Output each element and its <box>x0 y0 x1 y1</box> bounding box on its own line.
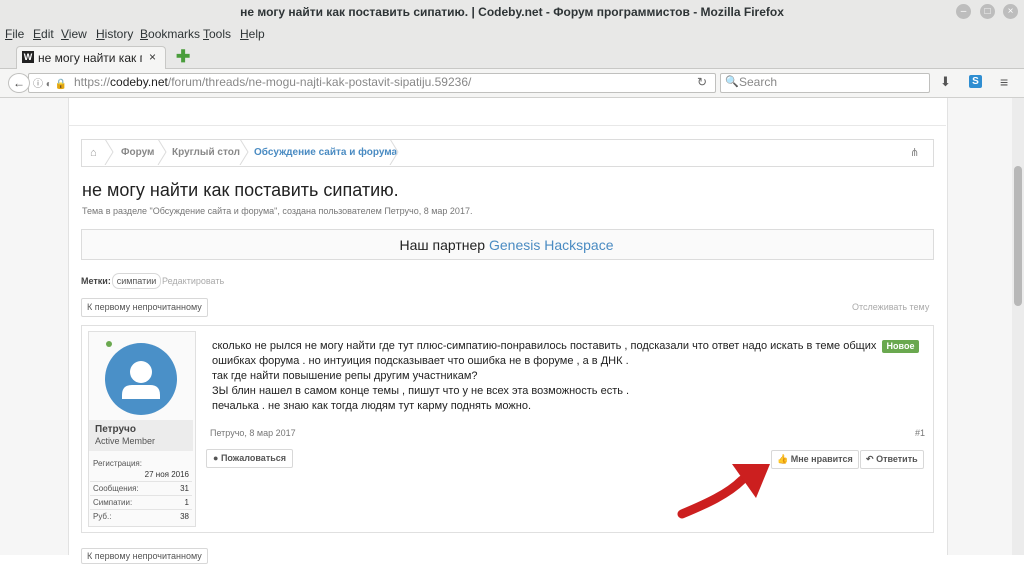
menu-file[interactable]: File <box>5 27 24 41</box>
close-window-button[interactable]: × <box>1003 4 1018 19</box>
breadcrumb-item-site-discussion[interactable]: Обсуждение сайта и форума <box>254 147 397 158</box>
like-button[interactable]: 👍 Мне нравится <box>771 450 859 469</box>
partner-text: Наш партнер Genesis Hackspace <box>399 237 614 253</box>
divider <box>90 495 192 496</box>
edit-tags-link[interactable]: Редактировать <box>162 276 224 286</box>
default-user-avatar-icon <box>122 361 160 399</box>
username-link[interactable]: Петручо <box>95 424 136 435</box>
url-text[interactable]: https://codeby.net/forum/threads/ne-mogu… <box>74 75 471 89</box>
breadcrumb-separator-icon <box>239 139 249 165</box>
reload-icon[interactable]: ↻ <box>697 75 707 89</box>
stat-likes-value: 1 <box>184 498 189 507</box>
online-status-icon <box>106 341 112 347</box>
post-line: ЗЫ блин нашел в самом конце темы , пишут… <box>212 385 630 397</box>
partner-link[interactable]: Genesis Hackspace <box>489 237 614 253</box>
download-arrow-icon[interactable]: ⬇ <box>940 74 951 90</box>
tab-title[interactable]: не могу найти как поставить <box>38 51 142 65</box>
site-favicon-icon: W <box>22 51 34 63</box>
menu-edit[interactable]: Edit <box>33 27 54 41</box>
search-placeholder: Search <box>739 75 778 89</box>
stat-registered-label: Регистрация: <box>93 459 142 468</box>
watch-thread-link[interactable]: Отслеживать тему <box>852 302 929 312</box>
scrollbar-thumb[interactable] <box>1014 166 1022 306</box>
post-permalink[interactable]: #1 <box>915 428 925 438</box>
stat-messages-label: Сообщения: <box>93 484 139 493</box>
back-arrow-icon[interactable]: ← <box>8 73 30 93</box>
avatar[interactable] <box>105 343 177 415</box>
stat-registered-value: 27 ноя 2016 <box>144 470 189 479</box>
stat-messages-value: 31 <box>180 484 189 493</box>
reply-arrow-icon: ↶ <box>866 454 874 464</box>
menu-view[interactable]: View <box>61 27 87 41</box>
report-button[interactable]: ● Пожаловаться <box>206 449 294 468</box>
report-label: Пожаловаться <box>220 453 287 463</box>
warning-icon: ● <box>213 453 219 463</box>
search-icon: 🔍 <box>725 76 739 88</box>
like-label: Мне нравится <box>790 454 853 464</box>
post-date-link[interactable]: Петручо, 8 мар 2017 <box>210 428 296 438</box>
post-line: сколько не рылся не могу найти где тут п… <box>212 340 877 352</box>
menu-help[interactable]: Help <box>240 27 265 41</box>
reply-label: Ответить <box>876 454 918 464</box>
thread-meta: Тема в разделе "Обсуждение сайта и форум… <box>82 206 473 216</box>
divider <box>90 481 192 482</box>
breadcrumb-separator-icon <box>157 139 167 165</box>
post-line: ошибках форума . но интуиция подсказывае… <box>212 355 629 367</box>
tag-chip[interactable]: симпатии <box>112 273 161 289</box>
site-info-lock-icon[interactable]: ⓘ ◐ 🔒 <box>33 75 67 90</box>
menu-history[interactable]: History <box>96 27 133 41</box>
post-line: печалька . не знаю как тогда людям тут к… <box>212 400 531 412</box>
tags-label: Метки: <box>81 276 111 286</box>
home-icon[interactable]: ⌂ <box>90 147 97 159</box>
breadcrumb-item-round-table[interactable]: Круглый стол <box>172 147 240 158</box>
user-title: Active Member <box>95 436 156 446</box>
minimize-button[interactable]: – <box>956 4 971 19</box>
divider <box>90 509 192 510</box>
menu-tools[interactable]: Tools <box>203 27 231 41</box>
new-badge: Новое <box>882 340 919 353</box>
stat-likes-label: Симпатии: <box>93 498 133 507</box>
stat-rub-label: Руб.: <box>93 512 112 521</box>
new-tab-plus-icon[interactable]: ✚ <box>176 48 190 65</box>
red-arrow-annotation-icon <box>677 464 770 519</box>
reply-button[interactable]: ↶ Ответить <box>860 450 924 469</box>
breadcrumb-separator-icon <box>389 139 399 165</box>
hamburger-menu-icon[interactable]: ≡ <box>1000 74 1008 90</box>
menu-bookmarks[interactable]: Bookmarks <box>140 27 200 41</box>
breadcrumb-separator-icon <box>104 139 114 165</box>
breadcrumb-item-forum[interactable]: Форум <box>121 147 154 158</box>
first-unread-button-bottom[interactable]: К первому непрочитанному <box>81 548 208 564</box>
post-message: сколько не рылся не могу найти где тут п… <box>212 339 882 414</box>
extension-s-icon[interactable]: S <box>969 75 982 88</box>
maximize-button[interactable]: □ <box>980 4 995 19</box>
divider <box>68 125 946 126</box>
stat-rub-value: 38 <box>180 512 189 521</box>
thumbs-up-icon: 👍 <box>777 454 789 464</box>
window-title: не могу найти как поставить сипатию. | C… <box>240 5 784 19</box>
first-unread-button[interactable]: К первому непрочитанному <box>81 298 208 317</box>
page-title: не могу найти как поставить сипатию. <box>82 180 399 200</box>
post-line: так где найти повышение репы другим учас… <box>212 370 478 382</box>
sitemap-icon[interactable]: ⋔ <box>910 146 919 159</box>
tab-close-icon[interactable]: × <box>149 50 156 64</box>
